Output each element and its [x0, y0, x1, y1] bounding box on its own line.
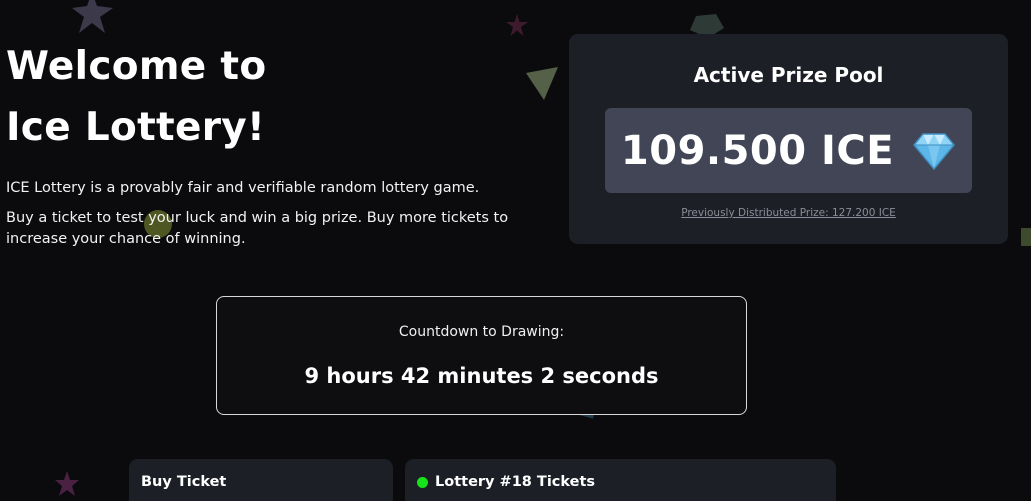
countdown-box: Countdown to Drawing: 9 hours 42 minutes… [216, 296, 747, 415]
background-star-icon [506, 14, 528, 36]
live-status-icon [417, 476, 428, 488]
gem-icon [913, 132, 956, 170]
countdown-label: Countdown to Drawing: [398, 324, 565, 340]
buy-ticket-panel: Buy Ticket [129, 459, 393, 501]
background-star-icon [72, 0, 113, 33]
background-star-icon [55, 471, 79, 496]
lottery-tickets-header: Lottery #18 Tickets [417, 474, 595, 490]
lottery-tickets-title: Lottery #18 Tickets [435, 474, 596, 490]
lottery-tickets-panel: Lottery #18 Tickets [405, 459, 836, 501]
intro-paragraph-2: Buy a ticket to test your luck and win a… [6, 210, 509, 247]
prize-pool-heading: Active Prize Pool [693, 63, 884, 87]
page-title: Welcome to Ice Lottery! [6, 36, 266, 158]
prize-pool-amount: 109.500 ICE [620, 127, 895, 174]
background-triangle-icon [526, 67, 558, 100]
page-title-line-2: Ice Lottery! [6, 105, 266, 150]
intro-text: ICE Lottery is a provably fair and verif… [6, 178, 526, 259]
previous-prize-link[interactable]: Previously Distributed Prize: 127.200 IC… [569, 207, 1008, 219]
buy-ticket-title: Buy Ticket [141, 474, 227, 490]
background-square-icon [1021, 228, 1031, 246]
prize-pool-card: Active Prize Pool 109.500 ICE Previously… [569, 34, 1008, 244]
countdown-value: 9 hours 42 minutes 2 seconds [304, 364, 659, 388]
prize-pool-amount-box: 109.500 ICE [605, 108, 972, 193]
page-title-line-1: Welcome to [6, 44, 267, 89]
intro-paragraph-1: ICE Lottery is a provably fair and verif… [6, 180, 480, 196]
